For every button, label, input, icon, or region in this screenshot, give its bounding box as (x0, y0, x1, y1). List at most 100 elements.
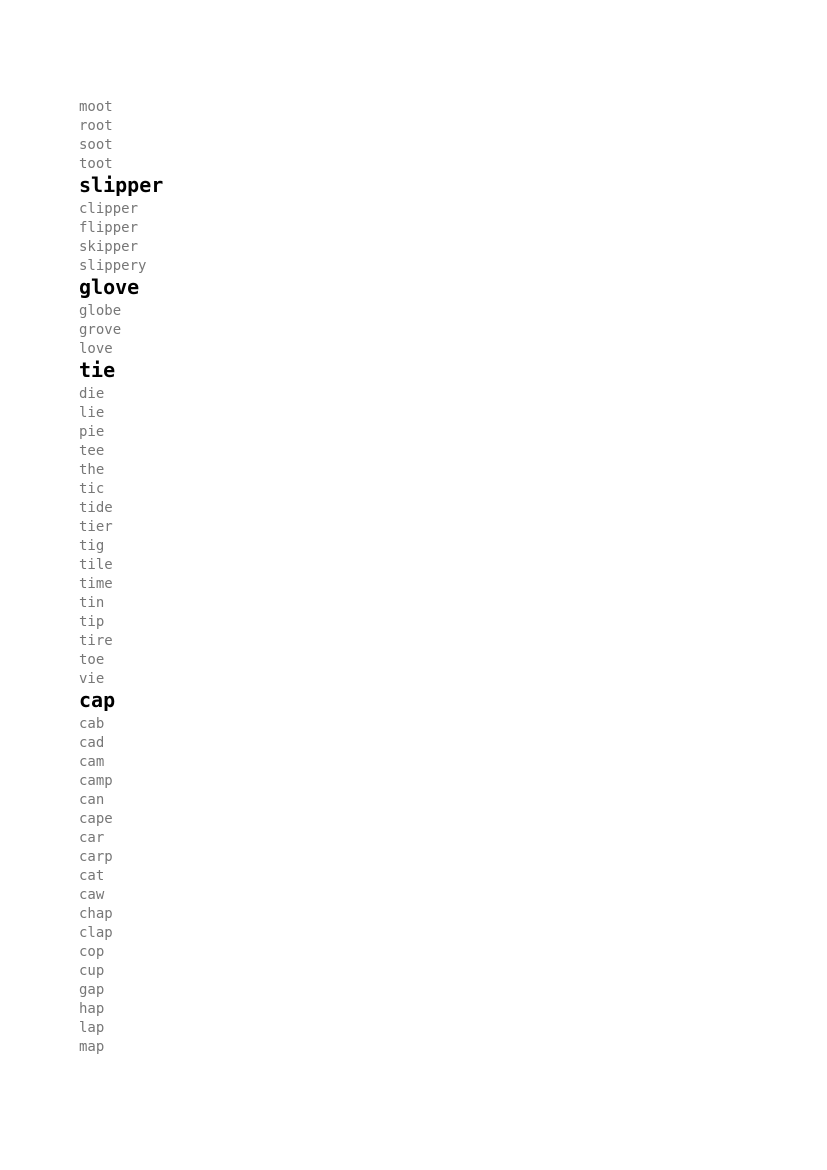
rhyme-word[interactable]: skipper (79, 238, 739, 257)
rhyme-word[interactable]: chap (79, 905, 739, 924)
list-item: tee (79, 442, 739, 461)
rhyme-entry: glove globe grove love (79, 276, 739, 359)
rhyme-word[interactable]: clipper (79, 197, 739, 219)
list-item: time (79, 575, 739, 594)
rhyme-word[interactable]: tire (79, 632, 739, 651)
rhyme-word[interactable]: the (79, 461, 739, 480)
list-item: tire (79, 632, 739, 651)
list-item: cop (79, 943, 739, 962)
list-item: slippery (79, 257, 739, 276)
list-item: tile (79, 556, 739, 575)
rhyme-entry: moot root soot toot (79, 98, 739, 174)
rhyme-word[interactable]: lie (79, 404, 739, 423)
rhyme-word[interactable]: globe (79, 299, 739, 321)
rhyme-word[interactable]: carp (79, 848, 739, 867)
rhyme-word[interactable]: cop (79, 943, 739, 962)
list-item: flipper (79, 219, 739, 238)
entry-headword[interactable]: slipper (79, 174, 739, 197)
rhyme-word[interactable]: soot (79, 136, 739, 155)
rhyme-word-list: die lie pie tee the tic tide tier tig tile time tin… (79, 382, 739, 689)
entry-headword[interactable]: glove (79, 276, 739, 299)
rhyme-word-list: globe grove love (79, 299, 739, 359)
rhyme-word[interactable]: car (79, 829, 739, 848)
list-item: clipper (79, 197, 739, 219)
entry-headword[interactable]: cap (79, 689, 739, 712)
rhyme-word[interactable]: root (79, 117, 739, 136)
list-item: the (79, 461, 739, 480)
rhyme-word[interactable]: clap (79, 924, 739, 943)
rhyme-word[interactable]: tig (79, 537, 739, 556)
list-item: die (79, 382, 739, 404)
entry-headword[interactable]: tie (79, 359, 739, 382)
rhyme-word[interactable]: can (79, 791, 739, 810)
list-item: cat (79, 867, 739, 886)
list-item: map (79, 1038, 739, 1057)
rhyme-word[interactable]: toe (79, 651, 739, 670)
list-item: toot (79, 155, 739, 174)
list-item: tip (79, 613, 739, 632)
rhyme-word[interactable]: tic (79, 480, 739, 499)
rhyme-word[interactable]: tile (79, 556, 739, 575)
list-item: tig (79, 537, 739, 556)
rhyme-word[interactable]: flipper (79, 219, 739, 238)
rhyme-word[interactable]: cat (79, 867, 739, 886)
list-item: root (79, 117, 739, 136)
list-item: skipper (79, 238, 739, 257)
rhyme-word[interactable]: cab (79, 712, 739, 734)
rhyme-entry: cap cab cad cam camp can cape car carp cat caw chap… (79, 689, 739, 1057)
rhyme-word[interactable]: die (79, 382, 739, 404)
list-item: grove (79, 321, 739, 340)
list-item: soot (79, 136, 739, 155)
list-item: lap (79, 1019, 739, 1038)
list-item: love (79, 340, 739, 359)
list-item: tin (79, 594, 739, 613)
rhyme-word[interactable]: tee (79, 442, 739, 461)
rhyme-word[interactable]: camp (79, 772, 739, 791)
rhyme-word[interactable]: cad (79, 734, 739, 753)
list-item: caw (79, 886, 739, 905)
list-item: clap (79, 924, 739, 943)
list-item: can (79, 791, 739, 810)
list-item: moot (79, 98, 739, 117)
list-item: cab (79, 712, 739, 734)
document-page: moot root soot toot slipper clipper flipper ski… (0, 0, 827, 1170)
rhyme-word[interactable]: cup (79, 962, 739, 981)
list-item: gap (79, 981, 739, 1000)
list-item: tide (79, 499, 739, 518)
rhyme-word[interactable]: caw (79, 886, 739, 905)
rhyme-word[interactable]: tier (79, 518, 739, 537)
rhyme-word[interactable]: tide (79, 499, 739, 518)
list-item: globe (79, 299, 739, 321)
list-item: pie (79, 423, 739, 442)
rhyme-word[interactable]: lap (79, 1019, 739, 1038)
rhyme-word[interactable]: cape (79, 810, 739, 829)
list-item: hap (79, 1000, 739, 1019)
rhyme-word[interactable]: toot (79, 155, 739, 174)
rhyme-word-list: clipper flipper skipper slippery (79, 197, 739, 276)
rhyme-word[interactable]: love (79, 340, 739, 359)
rhyme-word[interactable]: gap (79, 981, 739, 1000)
rhyme-entry: tie die lie pie tee the tic tide tier tig tile time… (79, 359, 739, 689)
rhyme-word[interactable]: tin (79, 594, 739, 613)
rhyme-entry: slipper clipper flipper skipper slippery (79, 174, 739, 276)
list-item: vie (79, 670, 739, 689)
rhyme-word[interactable]: map (79, 1038, 739, 1057)
rhyme-word[interactable]: cam (79, 753, 739, 772)
rhyme-word[interactable]: grove (79, 321, 739, 340)
list-item: chap (79, 905, 739, 924)
rhyme-word[interactable]: moot (79, 98, 739, 117)
list-item: cad (79, 734, 739, 753)
rhyme-word[interactable]: slippery (79, 257, 739, 276)
rhyme-word[interactable]: time (79, 575, 739, 594)
rhyme-word[interactable]: tip (79, 613, 739, 632)
list-item: car (79, 829, 739, 848)
list-item: cup (79, 962, 739, 981)
list-item: tier (79, 518, 739, 537)
list-item: tic (79, 480, 739, 499)
rhyme-word-list: moot root soot toot (79, 98, 739, 174)
rhyme-word[interactable]: hap (79, 1000, 739, 1019)
rhyme-word-list: cab cad cam camp can cape car carp cat caw chap cla… (79, 712, 739, 1057)
rhyme-word[interactable]: pie (79, 423, 739, 442)
list-item: cape (79, 810, 739, 829)
rhyme-word[interactable]: vie (79, 670, 739, 689)
